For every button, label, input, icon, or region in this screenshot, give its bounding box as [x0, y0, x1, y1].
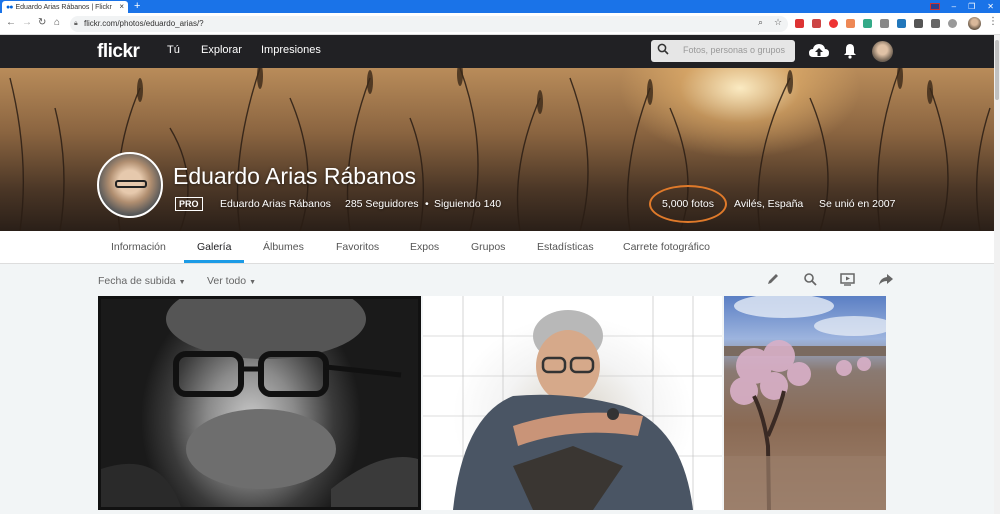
bw-portrait-shapes	[101, 279, 418, 507]
followers-link[interactable]: 285 Seguidores	[345, 198, 419, 210]
slideshow-icon[interactable]	[840, 272, 855, 286]
back-icon[interactable]: ←	[6, 17, 16, 28]
browser-menu-icon[interactable]: ⋮	[988, 16, 998, 27]
browser-tab-bar: ●● Eduardo Arias Rábanos | Flickr × + – …	[0, 0, 1000, 13]
uk-flag-icon	[929, 3, 940, 10]
chevron-down-icon: ▼	[249, 279, 257, 286]
extension-icon[interactable]	[863, 19, 872, 28]
almond-tree-shapes	[724, 296, 886, 510]
forward-icon[interactable]: →	[22, 17, 32, 28]
tab-estadisticas[interactable]: Estadísticas	[537, 241, 594, 253]
nav-impresiones[interactable]: Impresiones	[261, 44, 321, 56]
page-scrollbar-thumb[interactable]	[995, 40, 999, 100]
profile-location: Avilés, España	[734, 198, 804, 210]
window-controls: – ❐ ✕	[929, 0, 994, 13]
flickr-favicon-icon: ●●	[6, 3, 14, 11]
pro-badge: PRO	[175, 197, 203, 211]
url-text: flickr.com/photos/eduardo_arias/?	[84, 19, 204, 28]
extension-icon[interactable]	[880, 19, 889, 28]
extension-icon[interactable]	[897, 19, 906, 28]
reload-icon[interactable]: ↻	[38, 17, 46, 28]
browser-tab-title: Eduardo Arias Rábanos | Flickr	[15, 3, 112, 11]
view-label: Ver todo	[207, 275, 247, 287]
user-avatar[interactable]	[872, 41, 893, 62]
extension-icon[interactable]	[795, 19, 804, 28]
extension-icon[interactable]	[812, 19, 821, 28]
sort-label: Fecha de subida	[98, 275, 176, 287]
tab-grupos[interactable]: Grupos	[471, 241, 505, 253]
tab-galeria[interactable]: Galería	[197, 241, 231, 253]
new-tab-button[interactable]: +	[134, 0, 140, 13]
photo-count-annotation-circle	[649, 185, 727, 223]
page-scrollbar[interactable]	[994, 35, 1000, 514]
browser-tab[interactable]: ●● Eduardo Arias Rábanos | Flickr ×	[2, 1, 128, 13]
chevron-down-icon: ▼	[178, 279, 186, 286]
sketch-portrait-shapes	[423, 296, 722, 510]
view-dropdown[interactable]: Ver todo ▼	[207, 275, 256, 287]
following-link[interactable]: Siguiendo 140	[434, 198, 501, 210]
share-arrow-icon[interactable]	[878, 272, 894, 286]
edit-pencil-icon[interactable]	[766, 272, 780, 286]
photo-bw-portrait-image	[101, 279, 418, 507]
profile-subnav: Información Galería Álbumes Favoritos Ex…	[0, 231, 994, 264]
active-tab-indicator	[184, 260, 244, 263]
profile-avatar[interactable]	[97, 152, 163, 218]
photo-sketch-portrait[interactable]	[423, 296, 722, 510]
browser-profile-avatar[interactable]	[968, 17, 981, 30]
extension-icon[interactable]	[914, 19, 923, 28]
flickr-header: flickr Tú Explorar Impresiones Fotos, pe…	[0, 35, 1000, 68]
close-tab-icon[interactable]: ×	[119, 2, 124, 11]
address-bar: ← → ↻ ⌂ 🔒︎ flickr.com/photos/eduardo_ari…	[0, 13, 1000, 35]
search-icon[interactable]	[803, 272, 817, 286]
notifications-bell-icon[interactable]	[843, 43, 857, 59]
zoom-icon[interactable]: ⌕	[758, 17, 763, 28]
profile-name: Eduardo Arias Rábanos	[173, 163, 416, 189]
restore-icon[interactable]: ❐	[968, 0, 975, 13]
profile-joined: Se unió en 2007	[819, 198, 896, 210]
sort-dropdown[interactable]: Fecha de subida ▼	[98, 275, 186, 287]
extension-icon[interactable]	[829, 19, 838, 28]
meta-separator: •	[425, 198, 429, 210]
tab-expos[interactable]: Expos	[410, 241, 439, 253]
home-icon[interactable]: ⌂	[54, 17, 60, 28]
search-input[interactable]: Fotos, personas o grupos	[683, 45, 785, 55]
extension-icon[interactable]	[948, 19, 957, 28]
avatar-glasses	[115, 180, 147, 188]
search-box[interactable]: Fotos, personas o grupos	[651, 40, 795, 62]
flickr-logo[interactable]: flickr	[97, 41, 140, 63]
tab-favoritos[interactable]: Favoritos	[336, 241, 379, 253]
nav-explorar[interactable]: Explorar	[201, 44, 242, 56]
url-field[interactable]: 🔒︎ flickr.com/photos/eduardo_arias/?	[70, 16, 788, 32]
extension-icon[interactable]	[931, 19, 940, 28]
minimize-icon[interactable]: –	[952, 0, 956, 13]
upload-cloud-icon[interactable]	[808, 42, 830, 60]
photo-almond-tree[interactable]	[724, 296, 886, 510]
tab-albumes[interactable]: Álbumes	[263, 241, 304, 253]
tab-informacion[interactable]: Información	[111, 241, 166, 253]
tab-carrete[interactable]: Carrete fotográfico	[623, 241, 710, 253]
lock-icon: 🔒︎	[74, 20, 78, 27]
photo-bw-portrait[interactable]	[98, 279, 421, 510]
extension-icon[interactable]	[846, 19, 855, 28]
bookmark-star-icon[interactable]: ☆	[774, 17, 782, 28]
close-window-icon[interactable]: ✕	[987, 0, 994, 13]
nav-tu[interactable]: Tú	[167, 44, 180, 56]
profile-username: Eduardo Arias Rábanos	[220, 198, 331, 210]
search-icon	[657, 43, 669, 55]
